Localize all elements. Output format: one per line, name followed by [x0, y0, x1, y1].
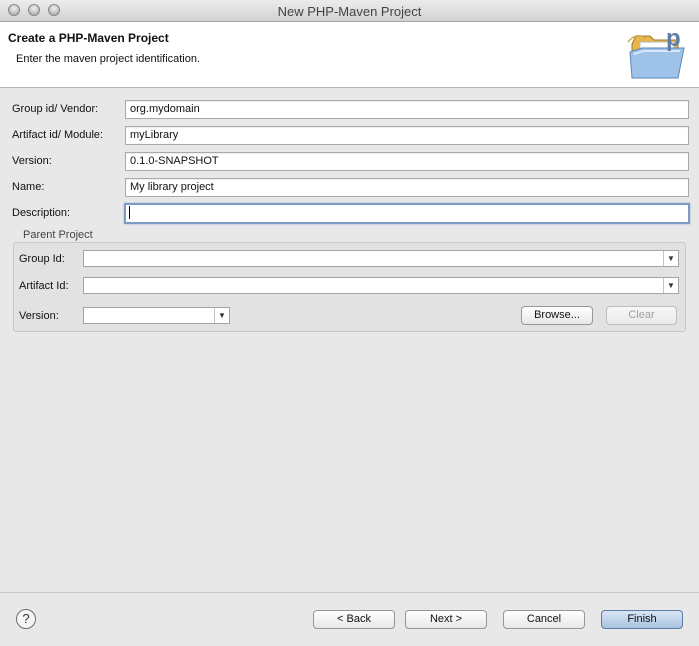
cancel-button[interactable]: Cancel [503, 610, 585, 629]
artifact-id-label: Artifact id/ Module: [12, 129, 104, 141]
name-input[interactable]: My library project [125, 178, 689, 197]
window-title: New PHP-Maven Project [277, 4, 422, 19]
chevron-down-icon[interactable]: ▼ [214, 308, 229, 323]
parent-group-id-label: Group Id: [19, 253, 65, 265]
next-button[interactable]: Next > [405, 610, 487, 629]
parent-artifact-id-combo[interactable]: ▼ [83, 277, 679, 294]
parent-version-combo[interactable]: ▼ [83, 307, 230, 324]
back-button[interactable]: < Back [313, 610, 395, 629]
description-input[interactable] [124, 203, 690, 224]
finish-button[interactable]: Finish [601, 610, 683, 629]
group-id-input[interactable]: org.mydomain [125, 100, 689, 119]
svg-text:p: p [666, 25, 681, 52]
parent-project-group-title: Parent Project [23, 229, 93, 241]
version-input[interactable]: 0.1.0-SNAPSHOT [125, 152, 689, 171]
php-maven-folder-icon: p [627, 25, 685, 79]
wizard-header: Create a PHP-Maven Project Enter the mav… [0, 22, 699, 88]
chevron-down-icon[interactable]: ▼ [663, 278, 678, 293]
description-label: Description: [12, 207, 71, 219]
parent-artifact-id-label: Artifact Id: [19, 280, 69, 292]
chevron-down-icon[interactable]: ▼ [663, 251, 678, 266]
parent-version-label: Version: [19, 310, 59, 322]
page-description: Enter the maven project identification. [16, 53, 201, 65]
page-title: Create a PHP-Maven Project [8, 31, 169, 45]
parent-group-id-combo[interactable]: ▼ [83, 250, 679, 267]
text-caret [129, 205, 130, 219]
window-titlebar: New PHP-Maven Project [0, 0, 699, 22]
version-label: Version: [12, 155, 52, 167]
group-id-label: Group id/ Vendor: [12, 103, 99, 115]
clear-button[interactable]: Clear [606, 306, 677, 325]
footer-separator [0, 592, 699, 593]
artifact-id-input[interactable]: myLibrary [125, 126, 689, 145]
name-label: Name: [12, 181, 45, 193]
browse-button[interactable]: Browse... [521, 306, 593, 325]
help-icon[interactable]: ? [16, 609, 36, 629]
